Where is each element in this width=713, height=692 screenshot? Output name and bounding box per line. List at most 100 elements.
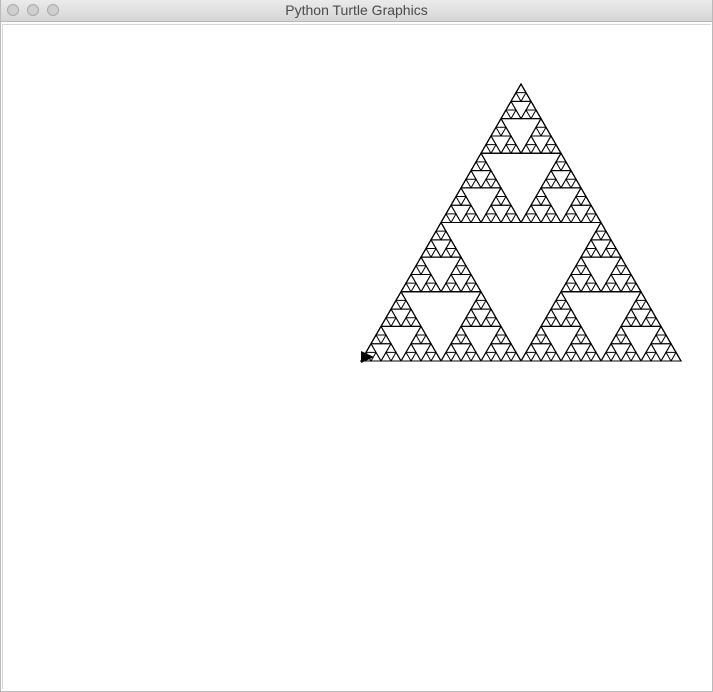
triangle-edge <box>425 238 437 249</box>
triangle-edge <box>480 143 492 154</box>
triangle-edge <box>480 178 492 189</box>
triangle-edge <box>570 212 582 223</box>
triangle-edge <box>565 342 577 353</box>
triangle-edge <box>585 342 597 353</box>
triangle-edge <box>410 351 422 362</box>
triangle-edge <box>595 221 607 232</box>
triangle-edge <box>500 108 512 120</box>
triangle-edge <box>625 308 637 319</box>
triangle-edge <box>385 342 397 353</box>
triangle-edge <box>550 351 562 362</box>
triangle-edge <box>480 351 492 362</box>
triangle-edge <box>530 334 542 345</box>
triangle-edge <box>545 204 557 215</box>
triangle-edge <box>460 282 472 293</box>
triangle-edge <box>490 178 502 189</box>
triangle-edge <box>540 126 552 137</box>
triangle-edge <box>550 160 562 172</box>
triangle-edge <box>625 342 637 353</box>
triangle-edge <box>390 299 402 310</box>
triangle-edge <box>520 351 532 362</box>
triangle-edge <box>485 134 497 146</box>
triangle-edge <box>615 325 627 336</box>
triangle-edge <box>550 143 562 154</box>
triangle-edge <box>470 299 482 310</box>
triangle-edge <box>405 308 417 319</box>
triangle-edge <box>510 108 522 120</box>
triangle-edge <box>620 282 632 293</box>
triangle-edge <box>650 316 662 327</box>
triangle-edge <box>545 134 557 146</box>
triangle-edge <box>605 342 617 353</box>
triangle-edge <box>580 195 592 206</box>
triangle-edge <box>580 264 592 275</box>
triangle-edge <box>405 273 417 284</box>
triangle-edge <box>650 334 662 345</box>
triangle-edge <box>540 334 552 345</box>
triangle-edge <box>410 334 422 345</box>
triangle-edge <box>530 351 542 362</box>
triangle-edge <box>670 351 682 362</box>
triangle-edge <box>465 204 477 215</box>
triangle-edge <box>560 178 572 189</box>
triangle-edge <box>450 282 462 293</box>
triangle-edge <box>610 264 622 275</box>
triangle-edge <box>620 351 632 362</box>
triangle-edge <box>575 186 587 198</box>
triangle-edge <box>610 334 622 345</box>
triangle-edge <box>540 351 552 362</box>
triangle-edge <box>550 316 562 327</box>
triangle-edge <box>620 264 632 275</box>
triangle-edge <box>570 178 582 189</box>
triangle-edge <box>470 316 482 327</box>
triangle-edge <box>555 152 567 163</box>
triangle-edge <box>615 256 627 267</box>
triangle-edge <box>455 256 467 267</box>
triangle-edge <box>460 178 472 189</box>
triangle-edge <box>415 325 427 336</box>
triangle-edge <box>500 212 512 223</box>
triangle-edge <box>560 212 572 223</box>
triangle-edge <box>570 351 582 362</box>
triangle-edge <box>440 212 452 223</box>
triangle-edge <box>605 273 617 284</box>
triangle-edge <box>630 316 642 327</box>
triangle-edge <box>580 247 592 258</box>
triangle-edge <box>565 204 577 215</box>
triangle-edge <box>560 282 572 293</box>
triangle-edge <box>495 186 507 198</box>
triangle-edge <box>365 342 377 353</box>
triangle-edge <box>590 351 602 362</box>
triangle-edge <box>580 334 592 345</box>
triangle-edge <box>470 351 482 362</box>
triangle-edge <box>500 143 512 154</box>
triangle-edge <box>495 325 507 336</box>
triangle-edge <box>570 334 582 345</box>
triangle-edge <box>610 351 622 362</box>
triangle-edge <box>500 195 512 206</box>
triangle-edge <box>585 238 597 249</box>
triangle-edge <box>540 212 552 223</box>
triangle-edge <box>490 212 502 223</box>
triangle-edge <box>660 351 672 362</box>
triangle-edge <box>490 316 502 327</box>
triangle-edge <box>475 152 487 163</box>
triangle-edge <box>470 160 482 172</box>
triangle-edge <box>500 334 512 345</box>
triangle-edge <box>480 212 492 223</box>
triangle-edge <box>425 273 437 284</box>
triangle-edge <box>450 334 462 345</box>
triangle-edge <box>570 264 582 275</box>
triangle-edge <box>535 186 547 198</box>
triangle-edge <box>385 308 397 319</box>
triangle-edge <box>510 143 522 154</box>
triangle-edge <box>505 204 517 215</box>
triangle-edge <box>520 143 532 154</box>
triangle-edge <box>440 247 452 258</box>
triangle-edge <box>390 351 402 362</box>
triangle-edge <box>580 351 592 362</box>
triangle-edge <box>450 351 462 362</box>
triangle-edge <box>380 351 392 362</box>
triangle-edge <box>490 143 502 154</box>
drawing-layer <box>360 83 682 363</box>
